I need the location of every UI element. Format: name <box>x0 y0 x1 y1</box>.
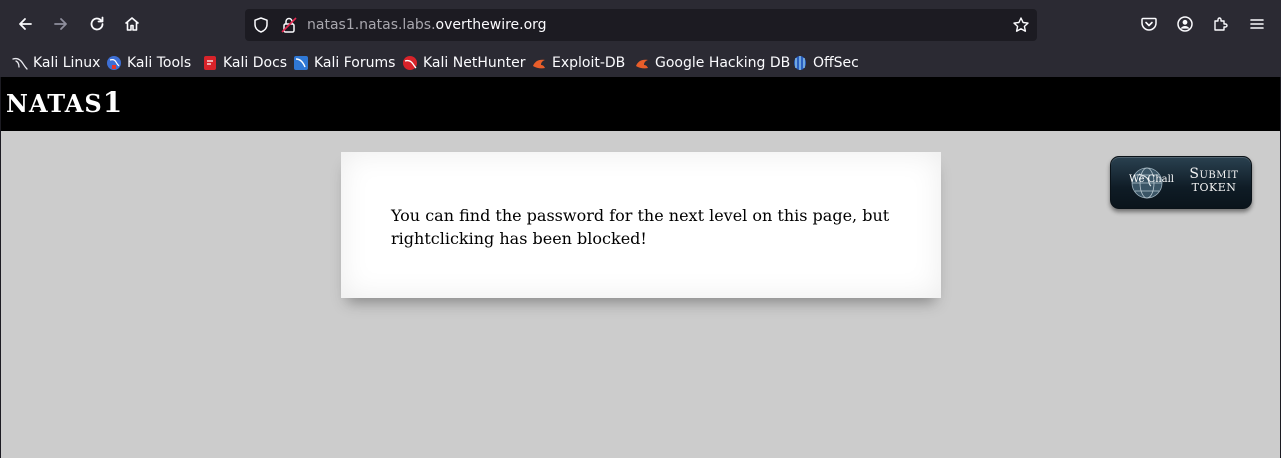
token-line-1: Submit <box>1189 166 1239 182</box>
reload-button[interactable] <box>81 8 113 40</box>
kali-docs-icon <box>204 56 216 70</box>
shield-icon[interactable] <box>252 16 270 34</box>
url-domain: overthewire.org <box>435 17 547 33</box>
kali-dragon-icon <box>12 57 28 70</box>
bookmark-kali-forums[interactable]: Kali Forums <box>293 52 395 74</box>
offsec-icon <box>794 56 806 70</box>
title-number: 1 <box>102 86 123 119</box>
bookmark-label: Kali Docs <box>223 55 288 71</box>
kali-forums-icon <box>294 56 308 70</box>
pocket-icon <box>1141 17 1157 31</box>
home-icon <box>124 17 140 31</box>
bookmark-star-icon[interactable] <box>1012 16 1030 34</box>
page-title: natas1 <box>6 87 123 120</box>
url-subdomain: natas1.natas.labs. <box>307 17 436 33</box>
address-bar[interactable]: natas1.natas.labs.overthewire.org <box>245 9 1037 41</box>
extensions-button[interactable] <box>1205 8 1237 40</box>
bookmarks-toolbar: Kali Linux Kali Tools Kali Docs Kali For… <box>0 48 1281 77</box>
submit-token-button[interactable]: We Chall Submit Token <box>1110 156 1252 209</box>
insecure-lock-icon[interactable] <box>280 16 298 34</box>
back-arrow-icon <box>19 18 32 30</box>
home-button[interactable] <box>116 8 148 40</box>
content-box: You can find the password for the next l… <box>341 152 941 298</box>
forward-button[interactable] <box>45 8 77 40</box>
forward-arrow-icon <box>54 18 67 30</box>
hamburger-menu-icon <box>1250 19 1264 29</box>
submit-token-label: Submit Token <box>1183 167 1245 195</box>
reload-icon <box>90 16 104 31</box>
bookmark-exploit-db[interactable]: Exploit-DB <box>531 52 625 74</box>
bookmark-google-hacking-db[interactable]: Google Hacking DB <box>634 52 790 74</box>
bookmark-label: Kali Forums <box>314 55 396 71</box>
page-viewport: natas1 You can find the password for the… <box>0 77 1281 458</box>
bookmark-kali-linux[interactable]: Kali Linux <box>12 52 100 74</box>
menu-button[interactable] <box>1241 8 1273 40</box>
pocket-button[interactable] <box>1133 8 1165 40</box>
bookmark-label: Kali Linux <box>33 55 101 71</box>
ghdb-icon <box>636 59 648 69</box>
bookmark-label: Google Hacking DB <box>655 55 791 71</box>
title-prefix: natas <box>6 89 103 118</box>
kali-nethunter-icon <box>403 56 417 70</box>
account-icon <box>1177 16 1193 32</box>
puzzle-extensions-icon <box>1214 17 1228 31</box>
bookmark-label: Exploit-DB <box>552 55 626 71</box>
url-text[interactable]: natas1.natas.labs.overthewire.org <box>307 16 547 34</box>
token-line-2: Token <box>1191 181 1237 194</box>
browser-toolbar: natas1.natas.labs.overthewire.org <box>0 0 1281 48</box>
bookmark-kali-nethunter[interactable]: Kali NetHunter <box>402 52 525 74</box>
level-message: You can find the password for the next l… <box>391 206 890 248</box>
bookmark-offsec[interactable]: OffSec <box>792 52 859 74</box>
account-button[interactable] <box>1169 8 1201 40</box>
bookmark-label: Kali NetHunter <box>423 55 526 71</box>
kali-tools-icon <box>107 56 121 70</box>
bookmark-label: OffSec <box>813 55 859 71</box>
bookmark-kali-tools[interactable]: Kali Tools <box>106 52 191 74</box>
bookmark-kali-docs[interactable]: Kali Docs <box>202 52 287 74</box>
site-header: natas1 <box>1 77 1280 131</box>
wechall-logo-text: We Chall <box>1129 174 1175 185</box>
exploit-db-icon <box>533 59 545 69</box>
back-button[interactable] <box>9 8 41 40</box>
bookmark-label: Kali Tools <box>127 55 192 71</box>
